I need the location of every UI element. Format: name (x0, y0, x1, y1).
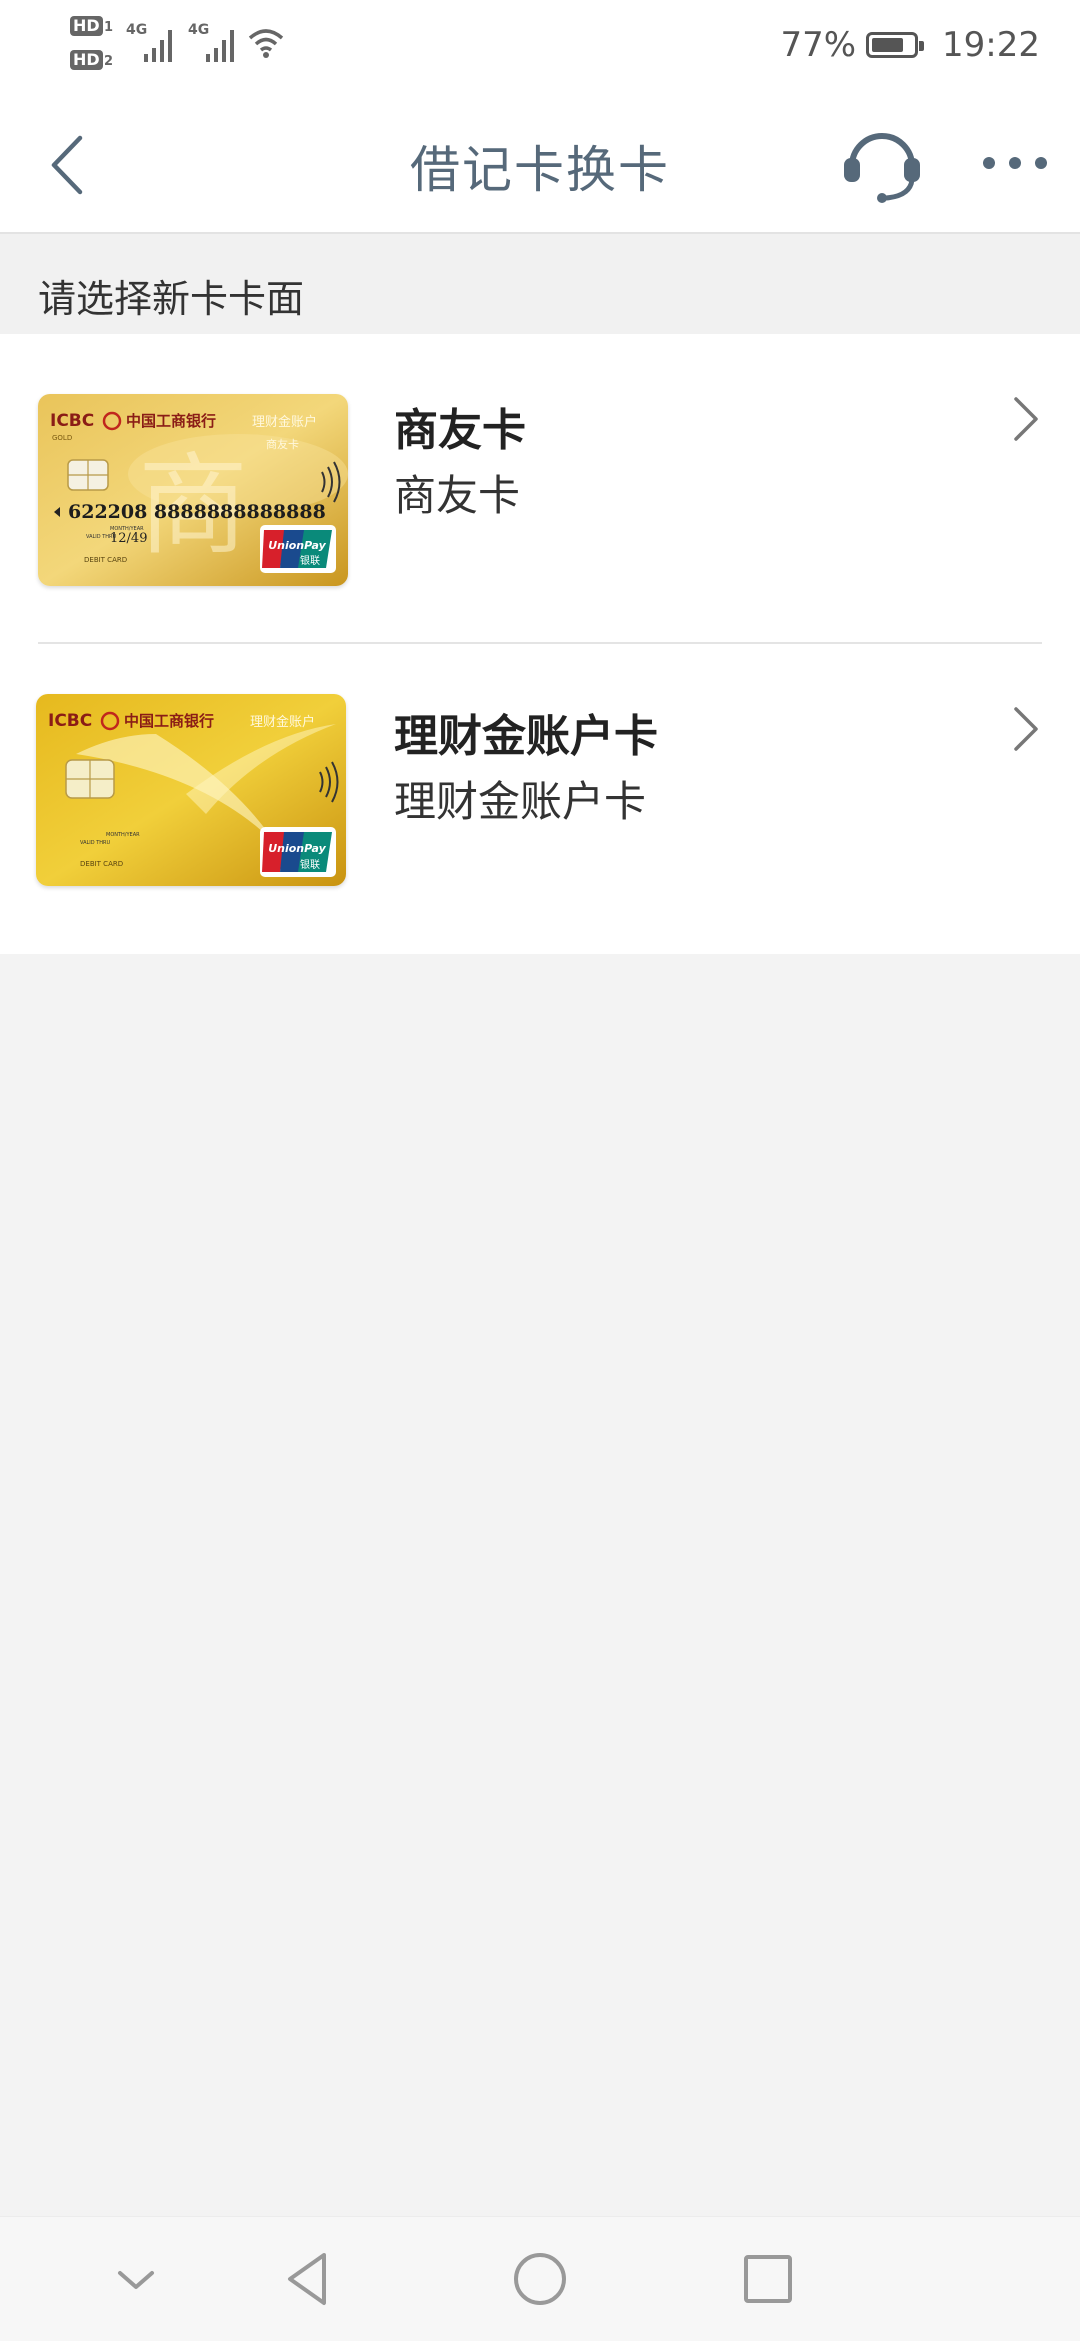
battery-icon (866, 32, 925, 58)
section-header: 请选择新卡卡面 (0, 234, 1080, 334)
signal-icon (206, 30, 234, 62)
card-tier: GOLD (52, 434, 72, 442)
card-type: DEBIT CARD (80, 860, 123, 868)
headset-icon[interactable] (840, 120, 924, 204)
card-option-licaijin[interactable]: ICBC 中国工商银行 理财金账户 MONTH/YEAR VALID THRU … (0, 644, 1080, 954)
chevron-right-icon (1014, 397, 1038, 441)
card-face-list: 商 ICBC 中国工商银行 理财金账户 GOLD 商友卡 622208 8888… (0, 334, 1080, 954)
system-nav-bar (0, 2216, 1080, 2341)
status-right: 77% 19:22 (780, 18, 1040, 72)
card-title: 商友卡 (394, 405, 526, 456)
card-type: DEBIT CARD (84, 556, 127, 564)
card-network: UnionPay (268, 842, 326, 855)
hd1-badge: HD (70, 16, 103, 36)
wifi-icon (248, 29, 284, 58)
card-bank-code: ICBC (48, 711, 92, 731)
battery-percent: 77% (780, 25, 857, 65)
card-subtitle: 商友卡 (394, 471, 521, 520)
clock: 19:22 (942, 25, 1040, 65)
more-options-icon[interactable] (980, 148, 1050, 178)
hd2-sub: 2 (104, 54, 114, 69)
card-subtitle: 理财金账户卡 (394, 777, 647, 826)
signal-icon (144, 30, 172, 62)
chevron-right-icon (1014, 707, 1038, 751)
card-option-shangyou[interactable]: 商 ICBC 中国工商银行 理财金账户 GOLD 商友卡 622208 8888… (0, 334, 1080, 644)
card-network-cn: 银联 (300, 554, 320, 567)
app-header: 借记卡换卡 (0, 92, 1080, 234)
card-bank-name: 中国工商银行 (124, 712, 214, 730)
card-network-cn: 银联 (300, 858, 320, 871)
card-image: ICBC 中国工商银行 理财金账户 MONTH/YEAR VALID THRU … (36, 694, 346, 886)
hd2-badge: HD (70, 50, 103, 70)
section-label: 请选择新卡卡面 (38, 277, 305, 321)
card-product: 理财金账户 (252, 414, 317, 430)
card-network: UnionPay (268, 539, 326, 552)
collapse-icon[interactable] (104, 2247, 168, 2311)
card-valid-label: MONTH/YEAR (106, 832, 140, 838)
card-bank-code: ICBC (50, 411, 94, 431)
card-subproduct: 商友卡 (266, 437, 299, 451)
back-triangle-icon[interactable] (276, 2247, 340, 2311)
card-title: 理财金账户卡 (394, 711, 658, 762)
hd1-sub: 1 (104, 20, 114, 35)
card-expiry: 12/49 (110, 531, 147, 546)
status-bar: HD 1 HD 2 4G 4G 77% 19:22 (0, 0, 1080, 92)
recents-square-icon[interactable] (736, 2247, 800, 2311)
card-valid-thru: VALID THRU (80, 840, 111, 846)
card-bank-name: 中国工商银行 (126, 412, 216, 430)
card-product: 理财金账户 (250, 714, 315, 730)
home-circle-icon[interactable] (508, 2247, 572, 2311)
card-image: 商 ICBC 中国工商银行 理财金账户 GOLD 商友卡 622208 8888… (38, 394, 348, 586)
card-number: 622208 8888888888888 (68, 501, 326, 523)
